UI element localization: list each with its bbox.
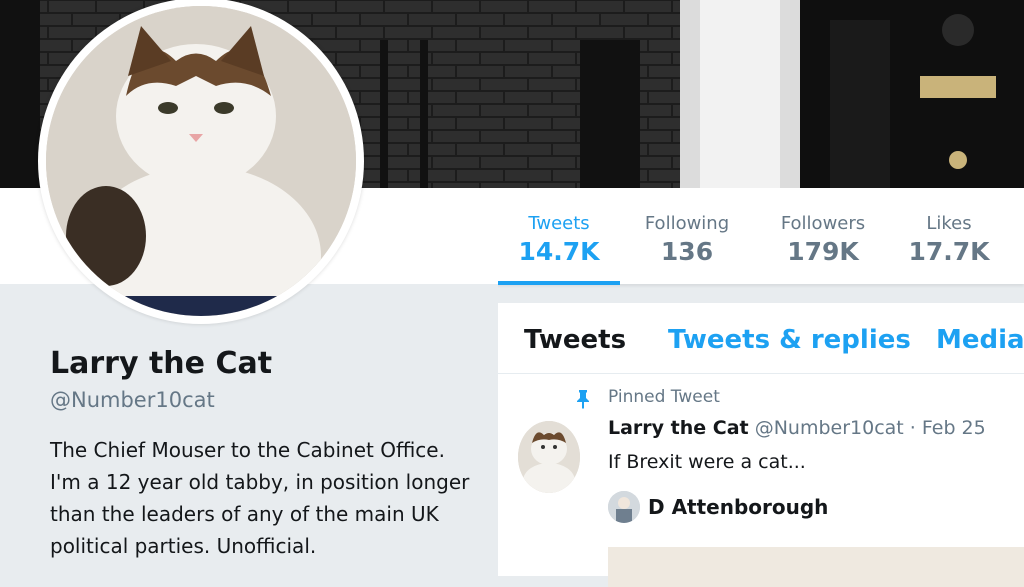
stat-following[interactable]: Following 136: [627, 212, 747, 268]
stat-followers[interactable]: Followers 179K: [763, 212, 883, 268]
tweet-author-handle[interactable]: @Number10cat: [755, 417, 904, 439]
cat-photo: [46, 6, 356, 316]
tweet-author-name[interactable]: Larry the Cat: [608, 417, 749, 439]
tweet-date[interactable]: Feb 25: [922, 417, 986, 439]
timeline-panel: Tweets Tweets & replies Media Pinned Twe…: [498, 303, 1024, 587]
tab-tweets-and-replies[interactable]: Tweets & replies: [668, 325, 911, 355]
stat-label: Likes: [926, 213, 972, 234]
stat-value: 179K: [787, 237, 859, 266]
active-stat-indicator: [498, 281, 620, 285]
stat-value: 17.7K: [908, 237, 990, 266]
quoted-author-avatar: [608, 491, 640, 523]
stat-value: 14.7K: [518, 237, 600, 266]
tweet-media-preview[interactable]: [608, 547, 1024, 587]
timeline-tabs: Tweets Tweets & replies Media: [498, 303, 1024, 374]
tweet-author-avatar[interactable]: [518, 421, 580, 493]
tweet-header: Larry the Cat @Number10cat · Feb 25: [608, 417, 986, 439]
quoted-author-name[interactable]: D Attenborough: [648, 495, 828, 519]
stat-label: Followers: [780, 213, 866, 234]
pinned-tweet-label: Pinned Tweet: [608, 387, 720, 407]
profile-avatar[interactable]: [38, 0, 364, 324]
stat-label: Tweets: [528, 213, 590, 234]
stat-tweets[interactable]: Tweets 14.7K: [499, 212, 619, 268]
pinned-tweet[interactable]: Pinned Tweet Larry the Cat @Number10cat …: [498, 375, 1024, 587]
pin-icon: [574, 389, 592, 413]
profile-bio: The Chief Mouser to the Cabinet Office. …: [50, 438, 470, 558]
tab-media[interactable]: Media: [936, 325, 1024, 355]
profile-handle: @Number10cat: [50, 388, 215, 412]
tab-tweets[interactable]: Tweets: [524, 325, 626, 355]
stat-label: Following: [644, 213, 730, 234]
separator-dot: ·: [909, 417, 916, 439]
tweet-text: If Brexit were a cat...: [608, 451, 806, 473]
stat-likes[interactable]: Likes 17.7K: [889, 212, 1009, 268]
profile-name: Larry the Cat: [50, 346, 273, 381]
stat-value: 136: [660, 237, 714, 266]
